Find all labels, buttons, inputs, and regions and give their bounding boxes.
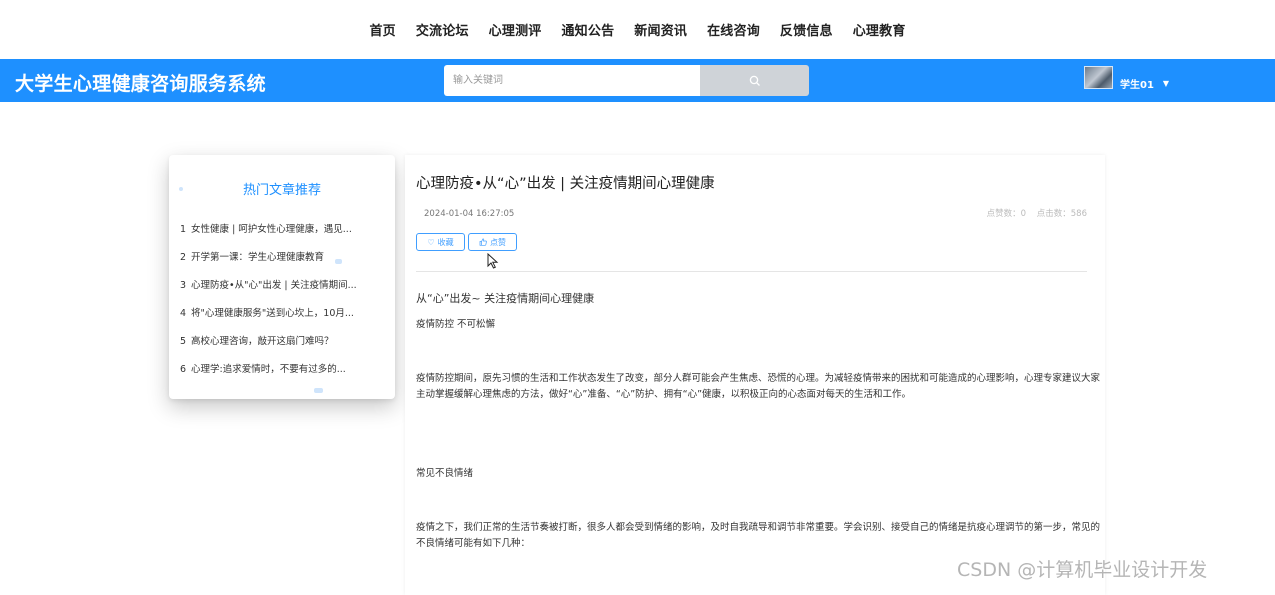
article-paragraph: 疫情防控期间，原先习惯的生活和工作状态发生了改变，部分人群可能会产生焦虑、恐慌的… <box>416 373 1101 400</box>
nav-assessment[interactable]: 心理测评 <box>479 20 552 39</box>
top-nav: 首页 交流论坛 心理测评 通知公告 新闻资讯 在线咨询 反馈信息 心理教育 <box>0 0 1275 59</box>
collect-button[interactable]: ♡ 收藏 <box>416 233 465 251</box>
nav-notices[interactable]: 通知公告 <box>551 20 624 39</box>
search-icon <box>749 75 760 86</box>
hot-article-item[interactable]: 5 高校心理咨询，敲开这扇门难吗？ <box>180 333 380 361</box>
search-button[interactable] <box>700 65 809 96</box>
hot-articles-title: 热门文章推荐 <box>242 183 321 198</box>
header-bar: 大学生心理健康咨询服务系统 学生01 ▼ <box>0 59 1275 102</box>
caret-down-icon: ▼ <box>1162 79 1170 88</box>
divider <box>416 271 1087 272</box>
article-date: 2024-01-04 16:27:05 <box>424 209 515 219</box>
hot-article-item[interactable]: 6 心理学:追求爱情时，不要有过多的... <box>180 361 380 389</box>
like-button[interactable]: 点赞 <box>468 233 517 251</box>
nav-home[interactable]: 首页 <box>359 20 405 39</box>
user-menu[interactable]: 学生01 ▼ <box>1084 64 1169 91</box>
article-panel: 心理防疫•从“心”出发 | 关注疫情期间心理健康 2024-01-04 16:2… <box>405 155 1105 595</box>
article-heading: 常见不良情绪 <box>416 468 474 479</box>
article-subtitle: 从“心”出发~ 关注疫情期间心理健康 <box>416 292 595 305</box>
username: 学生01 <box>1120 80 1154 91</box>
watermark: CSDN @计算机毕业设计开发 <box>957 559 1208 581</box>
nav-education[interactable]: 心理教育 <box>843 20 916 39</box>
nav-consult[interactable]: 在线咨询 <box>697 20 770 39</box>
nav-feedback[interactable]: 反馈信息 <box>770 20 843 39</box>
article-stats: 点赞数：0 点击数：586 <box>979 207 1087 219</box>
hot-articles-card: 热门文章推荐 1 女性健康 | 呵护女性心理健康，遇见... 2 开学第一课：学生心… <box>169 155 395 399</box>
hot-article-item[interactable]: 3 心理防疫•从"心"出发 | 关注疫情期间... <box>180 277 380 305</box>
nav-forum[interactable]: 交流论坛 <box>406 20 479 39</box>
heart-icon: ♡ <box>427 237 435 247</box>
hot-article-item[interactable]: 2 开学第一课：学生心理健康教育 <box>180 249 380 277</box>
search-input[interactable] <box>444 65 700 96</box>
mouse-cursor-icon <box>487 253 499 269</box>
article-paragraph: 疫情防控 不可松懈 <box>416 319 496 330</box>
site-title: 大学生心理健康咨询服务系统 <box>15 73 266 95</box>
thumb-up-icon <box>479 238 487 246</box>
likes-count: 点赞数：0 <box>986 209 1027 219</box>
hot-articles-list: 1 女性健康 | 呵护女性心理健康，遇见... 2 开学第一课：学生心理健康教育 3… <box>180 221 380 389</box>
hot-article-item[interactable]: 1 女性健康 | 呵护女性心理健康，遇见... <box>180 221 380 249</box>
article-title: 心理防疫•从“心”出发 | 关注疫情期间心理健康 <box>416 176 715 192</box>
avatar <box>1084 66 1113 89</box>
nav-news[interactable]: 新闻资讯 <box>624 20 697 39</box>
hot-article-item[interactable]: 4 将"心理健康服务"送到心坎上，10月... <box>180 305 380 333</box>
article-paragraph: 疫情之下，我们正常的生活节奏被打断，很多人都会受到情绪的影响，及时自我疏导和调节… <box>416 522 1101 549</box>
clicks-count: 点击数：586 <box>1036 209 1087 219</box>
